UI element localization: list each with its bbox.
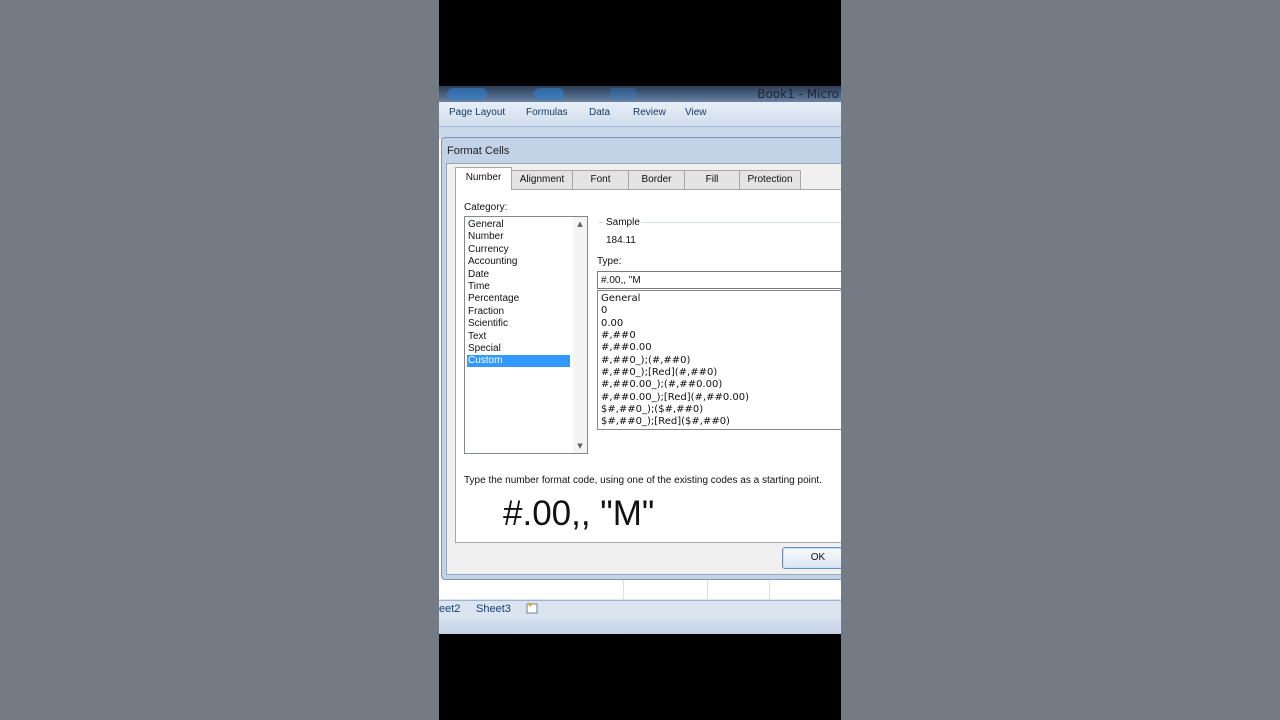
tab-font[interactable]: Font	[572, 170, 629, 189]
type-option[interactable]: #,##0_);[Red](#,##0)	[601, 367, 717, 379]
titlebar-glow	[534, 88, 564, 100]
ribbon-tab-page-layout[interactable]: Page Layout	[449, 107, 505, 118]
video-frame: Book1 - Micro Page Layout Formulas Data …	[439, 0, 841, 720]
category-item-text[interactable]: Text	[467, 331, 570, 343]
type-label: Type:	[597, 256, 622, 267]
ribbon-tab-formulas[interactable]: Formulas	[526, 107, 568, 118]
category-label: Category:	[464, 202, 508, 213]
tab-number[interactable]: Number	[455, 167, 512, 190]
category-item-special[interactable]: Special	[467, 343, 570, 355]
dialog-title: Format Cells	[447, 145, 510, 157]
type-option[interactable]: #,##0.00_);(#,##0.00)	[601, 379, 722, 391]
type-option[interactable]: $#,##0_);[Red]($#,##0)	[601, 416, 730, 428]
ribbon-tab-review[interactable]: Review	[633, 107, 666, 118]
insert-sheet-icon[interactable]	[525, 602, 539, 614]
format-cells-dialog: Format Cells Number Alignment Font Borde…	[441, 137, 841, 580]
category-item-accounting[interactable]: Accounting	[467, 256, 570, 268]
window-title: Book1 - Micro	[757, 87, 839, 101]
type-option[interactable]: 0	[601, 305, 607, 317]
type-option[interactable]: #,##0.00	[601, 342, 652, 354]
sheet-tab-bar: eet2 Sheet3	[439, 600, 841, 619]
tab-protection[interactable]: Protection	[739, 170, 801, 189]
category-item-currency[interactable]: Currency	[467, 244, 570, 256]
titlebar-glow	[447, 88, 487, 100]
type-format-list[interactable]: General 0 0.00 #,##0 #,##0.00 #,##0_);(#…	[597, 290, 841, 430]
type-option[interactable]: 0.00	[601, 318, 623, 330]
format-hint: Type the number format code, using one o…	[464, 475, 822, 486]
category-item-scientific[interactable]: Scientific	[467, 318, 570, 330]
type-option[interactable]: #,##0_);(#,##0)	[601, 355, 690, 367]
status-bar	[439, 619, 841, 634]
titlebar-glow	[609, 88, 637, 100]
ribbon-tab-data[interactable]: Data	[589, 107, 610, 118]
category-item-time[interactable]: Time	[467, 281, 570, 293]
ok-button[interactable]: OK	[782, 547, 841, 569]
number-tab-panel: Category: General Number Currency Accoun…	[455, 189, 841, 543]
category-list[interactable]: General Number Currency Accounting Date …	[464, 216, 588, 454]
title-bar: Book1 - Micro	[439, 86, 841, 102]
category-item-fraction[interactable]: Fraction	[467, 306, 570, 318]
tab-border[interactable]: Border	[628, 170, 685, 189]
sheet-tab-sheet2[interactable]: eet2	[439, 603, 460, 615]
scroll-down-icon[interactable]: ▼	[573, 439, 587, 453]
scroll-up-icon[interactable]: ▲	[573, 217, 587, 231]
overlay-caption: #.00,, "M"	[503, 494, 655, 533]
sample-label: Sample	[604, 217, 642, 228]
dialog-content: Number Alignment Font Border Fill Protec…	[446, 163, 841, 575]
category-item-custom[interactable]: Custom	[467, 355, 570, 367]
type-option[interactable]: General	[601, 293, 640, 305]
type-option[interactable]: $#,##0_);($#,##0)	[601, 404, 703, 416]
tab-alignment[interactable]: Alignment	[511, 170, 573, 189]
category-item-percentage[interactable]: Percentage	[467, 293, 570, 305]
category-scrollbar[interactable]: ▲ ▼	[573, 217, 587, 453]
category-item-number[interactable]: Number	[467, 231, 570, 243]
category-item-date[interactable]: Date	[467, 269, 570, 281]
type-option[interactable]: #,##0	[601, 330, 636, 342]
sample-value: 184.11	[606, 235, 636, 246]
category-item-general[interactable]: General	[467, 219, 570, 231]
ribbon-tab-bar: Page Layout Formulas Data Review View	[439, 102, 841, 127]
type-option[interactable]: #,##0.00_);[Red](#,##0.00)	[601, 392, 749, 404]
sheet-tab-sheet3[interactable]: Sheet3	[476, 603, 511, 615]
ribbon-tab-view[interactable]: View	[685, 107, 707, 118]
excel-window: Book1 - Micro Page Layout Formulas Data …	[439, 86, 841, 634]
type-input[interactable]: #.00,, "M	[597, 271, 841, 289]
tab-fill[interactable]: Fill	[684, 170, 740, 189]
